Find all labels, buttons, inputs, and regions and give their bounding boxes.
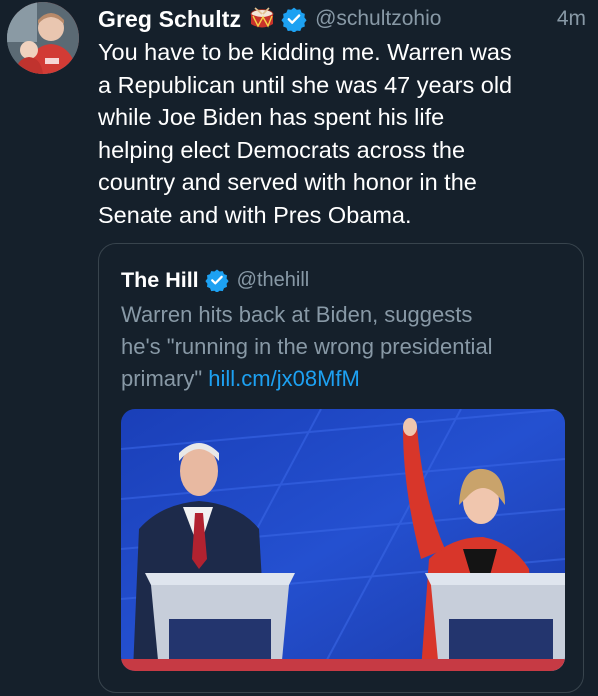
- drum-emoji-icon: [249, 6, 275, 32]
- tweet-header: Greg Schultz @schultzohio 4m: [98, 4, 598, 34]
- quoted-tweet-image[interactable]: [121, 409, 565, 671]
- verified-badge-icon: [281, 6, 307, 33]
- tweet[interactable]: Greg Schultz @schultzohio 4m You have to…: [0, 0, 598, 696]
- quoted-text-line: primary": [121, 366, 203, 391]
- tweet-text-line: Senate and with Pres Obama.: [98, 201, 412, 228]
- quoted-author-handle[interactable]: @thehill: [237, 269, 310, 292]
- tweet-text-line: while Joe Biden has spent his life: [98, 104, 445, 130]
- tweet-text-line: You have to be kidding me. Warren was: [98, 39, 512, 65]
- quoted-text-line-with-link: primary" hill.cm/jx08MfM: [121, 363, 571, 395]
- quoted-text-line: Warren hits back at Biden, suggests: [121, 302, 473, 327]
- author-name[interactable]: Greg Schultz: [98, 6, 241, 33]
- quoted-author-name[interactable]: The Hill: [121, 268, 199, 293]
- quoted-tweet-text: Warren hits back at Biden, suggests he's…: [121, 299, 571, 395]
- quoted-text-line: he's "running in the wrong presidential: [121, 334, 493, 359]
- tweet-text-line: a Republican until she was 47 years old: [98, 71, 513, 98]
- quoted-link[interactable]: hill.cm/jx08MfM: [208, 366, 360, 391]
- author-handle[interactable]: @schultzohio: [315, 7, 441, 31]
- avatar[interactable]: [7, 2, 79, 74]
- timestamp[interactable]: 4m: [557, 4, 586, 34]
- tweet-text: You have to be kidding me. Warren was a …: [98, 36, 584, 231]
- tweet-text-line: helping elect Democrats across the: [98, 136, 466, 163]
- quoted-tweet[interactable]: The Hill @thehill Warren hits back at Bi…: [98, 243, 584, 693]
- verified-badge-icon: [205, 268, 229, 293]
- quoted-tweet-header: The Hill @thehill: [121, 266, 309, 294]
- tweet-text-line: country and served with honor in the: [98, 169, 477, 195]
